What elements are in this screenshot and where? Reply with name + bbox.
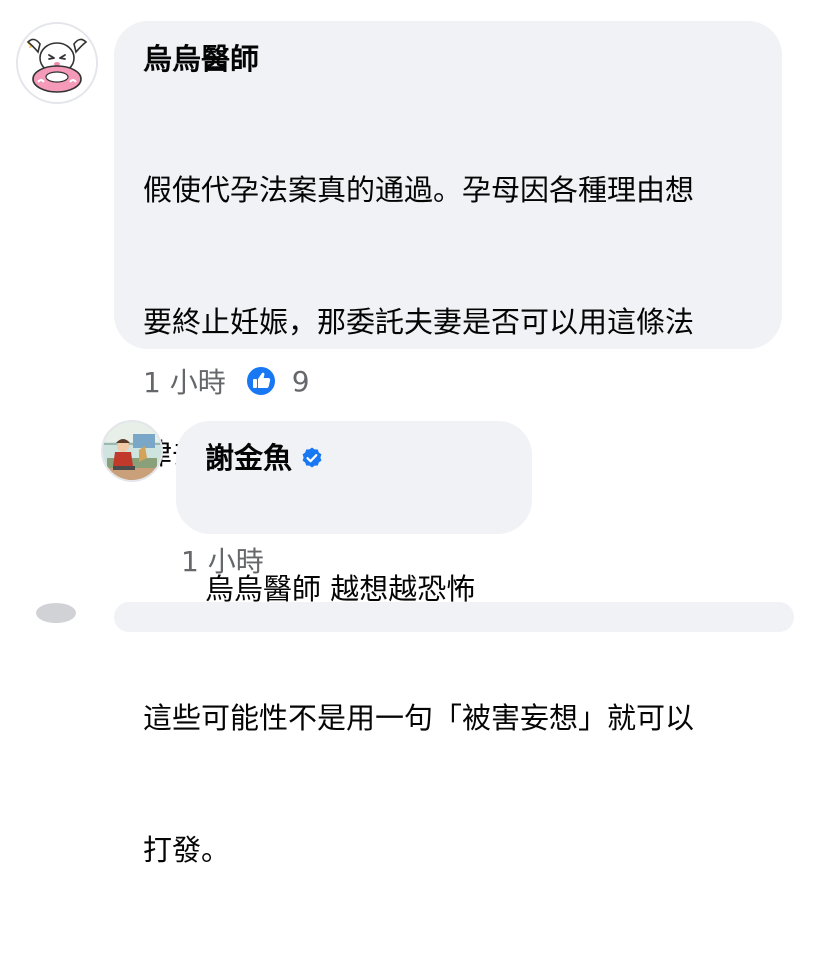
reply-author-row: 謝金魚	[205, 439, 506, 477]
comment-line: 假使代孕法案真的通過。孕母因各種理由想	[143, 173, 695, 207]
comment-timestamp[interactable]: 1 小時	[143, 361, 226, 401]
reaction-count[interactable]: 9	[292, 365, 310, 398]
commenter-avatar[interactable]	[16, 22, 98, 104]
comment-author-name[interactable]: 烏烏醫師	[143, 40, 259, 78]
next-comment-bubble	[114, 602, 794, 632]
reply-meta: 1 小時	[181, 540, 264, 580]
reply-bubble: 謝金魚 烏烏醫師 越想越恐怖	[176, 421, 532, 606]
reply-author-name[interactable]: 謝金魚	[205, 439, 292, 477]
verified-badge-icon	[302, 447, 322, 468]
comment-line: 打發。	[143, 833, 231, 867]
comment-meta: 1 小時 9	[143, 360, 310, 402]
reply-body: 烏烏醫師 越想越恐怖	[205, 479, 506, 699]
comment-line: 這些可能性不是用一句「被害妄想」就可以	[143, 701, 695, 735]
next-comment-avatar[interactable]	[36, 603, 76, 623]
comment-line: 要終止妊娠，那委託夫妻是否可以用這條法	[143, 305, 695, 339]
bird-doctor-avatar-icon	[18, 24, 96, 102]
comment-bubble: 烏烏醫師 假使代孕法案真的通過。孕母因各種理由想 要終止妊娠，那委託夫妻是否可以…	[114, 21, 782, 867]
reply-timestamp[interactable]: 1 小時	[181, 540, 264, 580]
reply-avatar[interactable]	[101, 420, 163, 482]
like-icon[interactable]	[244, 364, 278, 398]
illustrated-avatar-icon	[103, 422, 161, 480]
